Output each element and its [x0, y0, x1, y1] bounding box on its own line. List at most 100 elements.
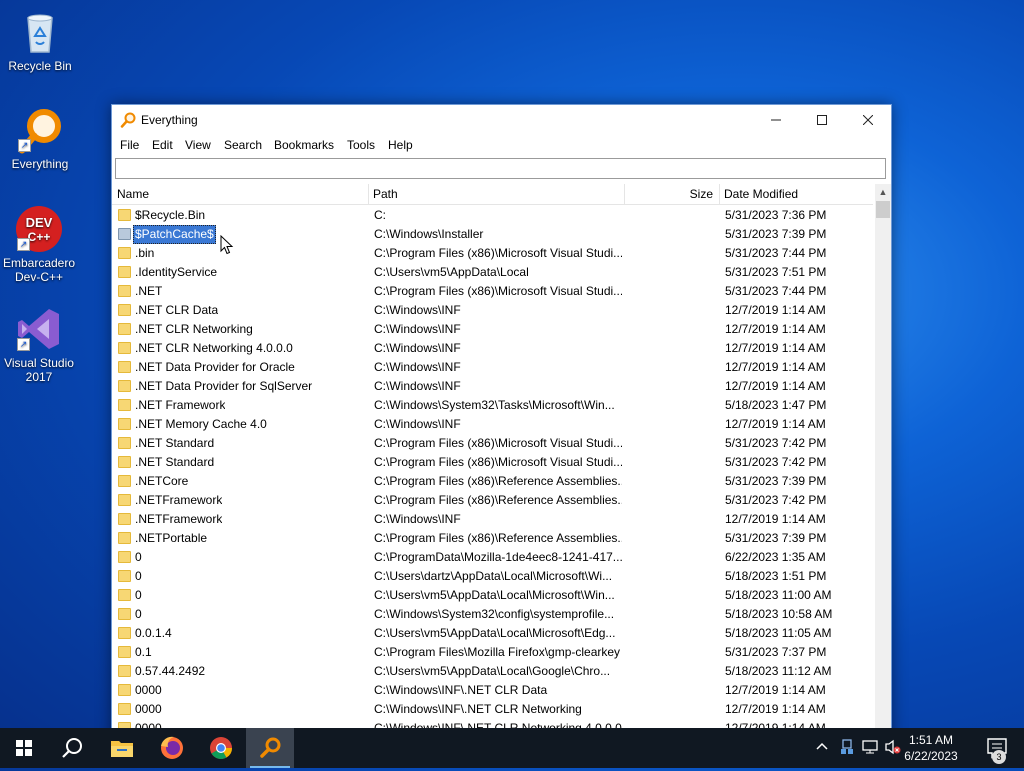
row-size [624, 510, 713, 529]
row-name: $Recycle.Bin [135, 208, 206, 222]
title-bar[interactable]: Everything [112, 105, 891, 135]
row-size [624, 282, 713, 301]
search-input[interactable] [116, 159, 885, 178]
scroll-thumb[interactable] [876, 201, 890, 218]
table-row[interactable]: .NETFramework C:\Program Files (x86)\Refe… [112, 491, 873, 510]
column-path-header[interactable]: Path [368, 184, 624, 204]
table-row[interactable]: .NET Data Provider for SqlServer C:\Windo… [112, 377, 873, 396]
taskbar-firefox[interactable] [148, 728, 196, 768]
row-name: 0 [135, 550, 142, 564]
desktop-icon-devcpp[interactable]: DEV C++ ↗ Embarcadero Dev-C++ [0, 205, 79, 284]
chrome-icon [210, 737, 232, 759]
table-row[interactable]: 0 C:\ProgramData\Mozilla-1de4eec8-1241-41… [112, 548, 873, 567]
svg-text:DEV: DEV [26, 215, 53, 230]
menu-edit[interactable]: Edit [152, 138, 173, 152]
table-row[interactable]: .NET Standard C:\Program Files (x86)\Micr… [112, 453, 873, 472]
folder-icon [118, 513, 131, 525]
row-size [624, 548, 713, 567]
taskbar-everything[interactable] [246, 728, 294, 768]
row-name: .IdentityService [135, 265, 218, 279]
taskbar: 1:51 AM 6/22/2023 3 [0, 728, 1024, 768]
row-path: C:\Users\dartz\AppData\Local\Microsoft\W… [374, 569, 613, 583]
row-size [624, 472, 713, 491]
taskbar-file-explorer[interactable] [98, 728, 146, 768]
row-path: C:\Windows\INF [374, 341, 461, 355]
search-box[interactable] [115, 158, 886, 179]
menu-bar: File Edit View Search Bookmarks Tools He… [112, 135, 891, 155]
table-row[interactable]: .IdentityService C:\Users\vm5\AppData\Loc… [112, 263, 873, 282]
table-row[interactable]: .NET Framework C:\Windows\System32\Tasks\… [112, 396, 873, 415]
desktop-icon-everything[interactable]: ↗ Everything [0, 106, 80, 171]
taskbar-search-button[interactable] [48, 728, 96, 768]
row-path: C:\Windows\INF [374, 379, 461, 393]
row-date: 5/31/2023 7:37 PM [725, 645, 827, 659]
column-name-header[interactable]: Name [112, 184, 368, 204]
menu-file[interactable]: File [120, 138, 139, 152]
taskbar-clock[interactable]: 1:51 AM 6/22/2023 [896, 732, 966, 764]
menu-bookmarks[interactable]: Bookmarks [274, 138, 334, 152]
row-name: .NET Framework [135, 398, 226, 412]
row-path: C:\Windows\Installer [374, 227, 484, 241]
folder-icon [118, 684, 131, 696]
monitor-tray-icon[interactable] [862, 740, 878, 757]
folder-icon [118, 437, 131, 449]
table-row[interactable]: .NET CLR Networking 4.0.0.0 C:\Windows\IN… [112, 339, 873, 358]
row-date: 12/7/2019 1:14 AM [725, 417, 826, 431]
close-button[interactable] [845, 105, 891, 135]
table-row[interactable]: .NET Data Provider for Oracle C:\Windows\… [112, 358, 873, 377]
menu-view[interactable]: View [185, 138, 211, 152]
table-row[interactable]: $Recycle.Bin C: 5/31/2023 7:36 PM [112, 206, 873, 225]
desktop-icon-label: Embarcadero [2, 256, 76, 270]
row-name: .NETCore [135, 474, 189, 488]
table-row[interactable]: 0000 C:\Windows\INF\.NET CLR Networking 12… [112, 700, 873, 719]
row-date: 12/7/2019 1:14 AM [725, 303, 826, 317]
row-path: C:\Windows\INF\.NET CLR Data [374, 683, 548, 697]
table-row[interactable]: .NETPortable C:\Program Files (x86)\Refer… [112, 529, 873, 548]
scroll-up-arrow-icon[interactable]: ▲ [875, 184, 891, 200]
table-row[interactable]: 0000 C:\Windows\INF\.NET CLR Data 12/7/201… [112, 681, 873, 700]
table-row[interactable]: .NET C:\Program Files (x86)\Microsoft Vis… [112, 282, 873, 301]
maximize-button[interactable] [799, 105, 845, 135]
action-center-button[interactable]: 3 [976, 728, 1016, 768]
vertical-scrollbar[interactable]: ▲ [875, 184, 891, 745]
row-path: C:\Windows\INF\.NET CLR Networking [374, 702, 582, 716]
table-row[interactable]: 0 C:\Windows\System32\config\systemprofil… [112, 605, 873, 624]
clock-date: 6/22/2023 [904, 749, 958, 763]
column-date-header[interactable]: Date Modified [719, 184, 873, 204]
start-button[interactable] [0, 728, 48, 768]
row-path: C:\ProgramData\Mozilla-1de4eec8-1241-417… [374, 550, 622, 564]
row-size [624, 263, 713, 282]
everything-app-icon [120, 112, 136, 131]
menu-tools[interactable]: Tools [347, 138, 375, 152]
network-tray-icon[interactable] [840, 739, 854, 758]
desktop-icon-recycle-bin[interactable]: Recycle Bin [0, 8, 80, 73]
row-size [624, 662, 713, 681]
table-row[interactable]: .NETFramework C:\Windows\INF 12/7/2019 1:1… [112, 510, 873, 529]
row-name: .NETFramework [135, 493, 223, 507]
table-row[interactable]: 0 C:\Users\dartz\AppData\Local\Microsoft\… [112, 567, 873, 586]
column-header: Name Path Size Date Modified [112, 184, 873, 205]
row-date: 5/18/2023 10:58 AM [725, 607, 833, 621]
table-row[interactable]: 0.1 C:\Program Files\Mozilla Firefox\gmp-… [112, 643, 873, 662]
menu-help[interactable]: Help [388, 138, 413, 152]
shortcut-arrow-icon: ↗ [18, 139, 31, 152]
minimize-button[interactable] [753, 105, 799, 135]
table-row[interactable]: .NET CLR Networking C:\Windows\INF 12/7/20… [112, 320, 873, 339]
table-row[interactable]: .NET Memory Cache 4.0 C:\Windows\INF 12/7/… [112, 415, 873, 434]
desktop-icon-visual-studio[interactable]: ↗ Visual Studio 2017 [0, 305, 79, 384]
table-row[interactable]: .NETCore C:\Program Files (x86)\Reference… [112, 472, 873, 491]
menu-search[interactable]: Search [224, 138, 262, 152]
folder-icon [118, 703, 131, 715]
row-date: 12/7/2019 1:14 AM [725, 683, 826, 697]
table-row[interactable]: 0.0.1.4 C:\Users\vm5\AppData\Local\Micros… [112, 624, 873, 643]
table-row[interactable]: 0 C:\Users\vm5\AppData\Local\Microsoft\Wi… [112, 586, 873, 605]
table-row[interactable]: .NET CLR Data C:\Windows\INF 12/7/2019 1:1… [112, 301, 873, 320]
row-path: C:\Program Files (x86)\Reference Assembl… [374, 474, 622, 488]
taskbar-chrome[interactable] [197, 728, 245, 768]
table-row[interactable]: .NET Standard C:\Program Files (x86)\Micr… [112, 434, 873, 453]
show-hidden-icons-chevron-icon[interactable] [816, 740, 828, 754]
folder-icon [118, 285, 131, 297]
column-size-header[interactable]: Size [624, 184, 719, 204]
row-path: C: [374, 208, 386, 222]
table-row[interactable]: 0.57.44.2492 C:\Users\vm5\AppData\Local\G… [112, 662, 873, 681]
